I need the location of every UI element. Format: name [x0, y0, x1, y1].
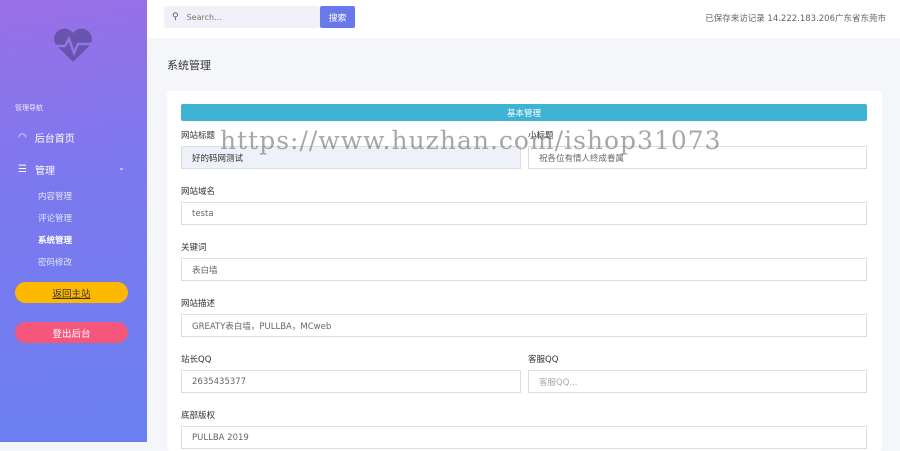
site-title-label: 网站标题 [181, 131, 216, 141]
search-input[interactable] [186, 12, 307, 22]
list-icon: ☰ [18, 164, 27, 175]
sidebar-item-label: 管理 [34, 166, 55, 177]
back-to-site-button[interactable]: 返回主站 [15, 282, 128, 303]
search-button[interactable]: 搜索 [320, 6, 355, 28]
keywords-input[interactable]: 表白墙 [181, 258, 867, 281]
dashboard-icon: ◠ [18, 132, 27, 143]
copyright-input[interactable]: PULLBA 2019 [181, 426, 867, 449]
settings-form: 基本管理 网站标题 小标题 好的码网测试 祝各位有情人终成眷属 网站域名 tes… [167, 91, 882, 451]
subtitle-label: 小标题 [528, 131, 554, 141]
sidebar: 管理导航 ◠ 后台首页 ☰ 管理 ⌄ 内容管理 评论管理 系统管理 密码修改 返回主… [0, 0, 147, 442]
sidebar-item-manage[interactable]: ☰ 管理 [18, 162, 55, 177]
nav-header: 管理导航 [15, 104, 43, 112]
sidebar-sub-system[interactable]: 系统管理 [38, 234, 72, 246]
owner-qq-label: 站长QQ [181, 355, 212, 365]
sidebar-item-home[interactable]: ◠ 后台首页 [18, 130, 75, 145]
keywords-label: 关键词 [181, 243, 207, 253]
search-box: ⚲ [164, 6, 320, 28]
section-header: 基本管理 [181, 104, 867, 121]
service-qq-label: 客服QQ [528, 355, 559, 365]
sidebar-sub-password[interactable]: 密码修改 [38, 256, 72, 268]
search-icon: ⚲ [172, 12, 179, 22]
visit-info: 已保存来访记录 14.222.183.206广东省东莞市 [705, 14, 886, 24]
domain-input[interactable]: testa [181, 202, 867, 225]
subtitle-input[interactable]: 祝各位有情人终成眷属 [528, 146, 867, 169]
description-input[interactable]: GREATY表白墙，PULLBA，MCweb [181, 314, 867, 337]
site-title-input[interactable]: 好的码网测试 [181, 146, 521, 169]
owner-qq-input[interactable]: 2635435377 [181, 370, 521, 393]
description-label: 网站描述 [181, 299, 216, 309]
copyright-label: 底部版权 [181, 411, 216, 421]
top-header: ⚲ 搜索 已保存来访记录 14.222.183.206广东省东莞市 [147, 0, 900, 38]
chevron-down-icon[interactable]: ⌄ [118, 163, 125, 172]
heart-pulse-logo-icon [54, 28, 92, 63]
sidebar-item-label: 后台首页 [34, 134, 75, 145]
service-qq-input[interactable]: 客服QQ... [528, 370, 867, 393]
sidebar-sub-content[interactable]: 内容管理 [38, 190, 72, 202]
domain-label: 网站域名 [181, 187, 216, 197]
page-title: 系统管理 [167, 59, 211, 72]
sidebar-sub-comments[interactable]: 评论管理 [38, 212, 72, 224]
logout-button[interactable]: 登出后台 [15, 322, 128, 343]
